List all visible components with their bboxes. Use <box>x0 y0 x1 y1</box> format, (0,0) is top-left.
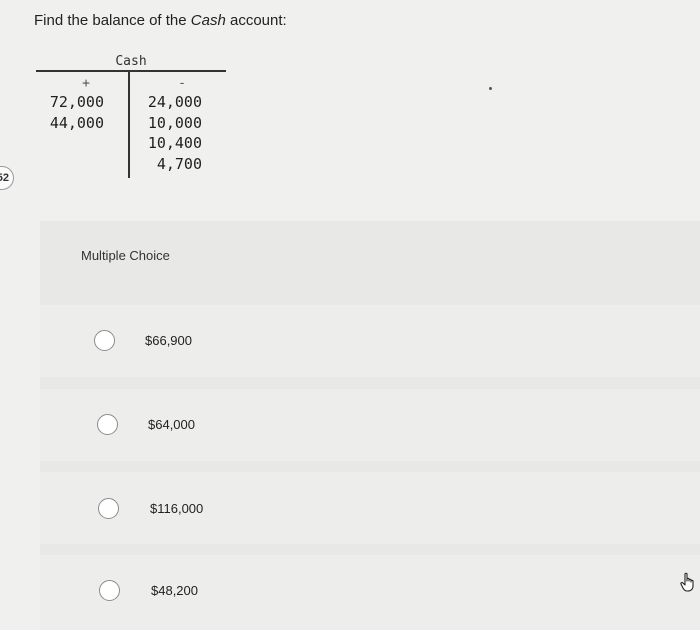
radio-circle-icon[interactable] <box>99 580 120 601</box>
question-number-badge: 52 <box>0 166 14 190</box>
answer-option[interactable]: $116,000 <box>40 472 700 544</box>
answer-option[interactable]: $48,200 <box>40 555 700 630</box>
t-account-top-rule <box>36 70 226 72</box>
debit-sign: + <box>82 76 90 91</box>
answer-option-text: $116,000 <box>150 501 204 516</box>
credit-entry: 4,700 <box>156 154 202 173</box>
radio-circle-icon[interactable] <box>98 498 119 519</box>
question-text: Find the balance of the Cash account: <box>34 12 287 29</box>
credit-entry: 10,400 <box>147 134 202 152</box>
credit-entry: 24,000 <box>147 93 202 111</box>
answer-option-text: $64,000 <box>148 417 195 432</box>
question-prefix: Find the balance of the <box>34 12 191 29</box>
t-account-title: Cash <box>115 54 147 69</box>
debit-column: 72,000 44,000 <box>36 92 104 133</box>
t-account-divider <box>128 70 130 178</box>
radio-circle-icon[interactable] <box>94 330 115 351</box>
stray-dot <box>489 87 492 90</box>
answer-option-text: $48,200 <box>151 583 198 598</box>
debit-entry: 72,000 <box>49 93 104 111</box>
credit-column: 24,000 10,000 10,400 4,700 <box>136 92 202 174</box>
credit-sign: - <box>178 76 186 91</box>
question-account-word: Cash <box>190 12 226 29</box>
multiple-choice-label: Multiple Choice <box>81 248 170 263</box>
radio-circle-icon[interactable] <box>97 414 118 435</box>
answer-option-text: $66,900 <box>145 333 192 348</box>
answer-option[interactable]: $66,900 <box>40 305 700 377</box>
answer-option[interactable]: $64,000 <box>40 389 700 461</box>
credit-entry: 10,000 <box>147 113 202 132</box>
debit-entry: 44,000 <box>49 113 104 132</box>
t-account: Cash + - 72,000 44,000 24,000 10,000 10,… <box>36 54 226 179</box>
hand-pointer-icon <box>679 572 697 592</box>
multiple-choice-panel: Multiple Choice $66,900 $64,000 $116,000… <box>40 221 700 630</box>
question-suffix: account: <box>225 12 287 29</box>
